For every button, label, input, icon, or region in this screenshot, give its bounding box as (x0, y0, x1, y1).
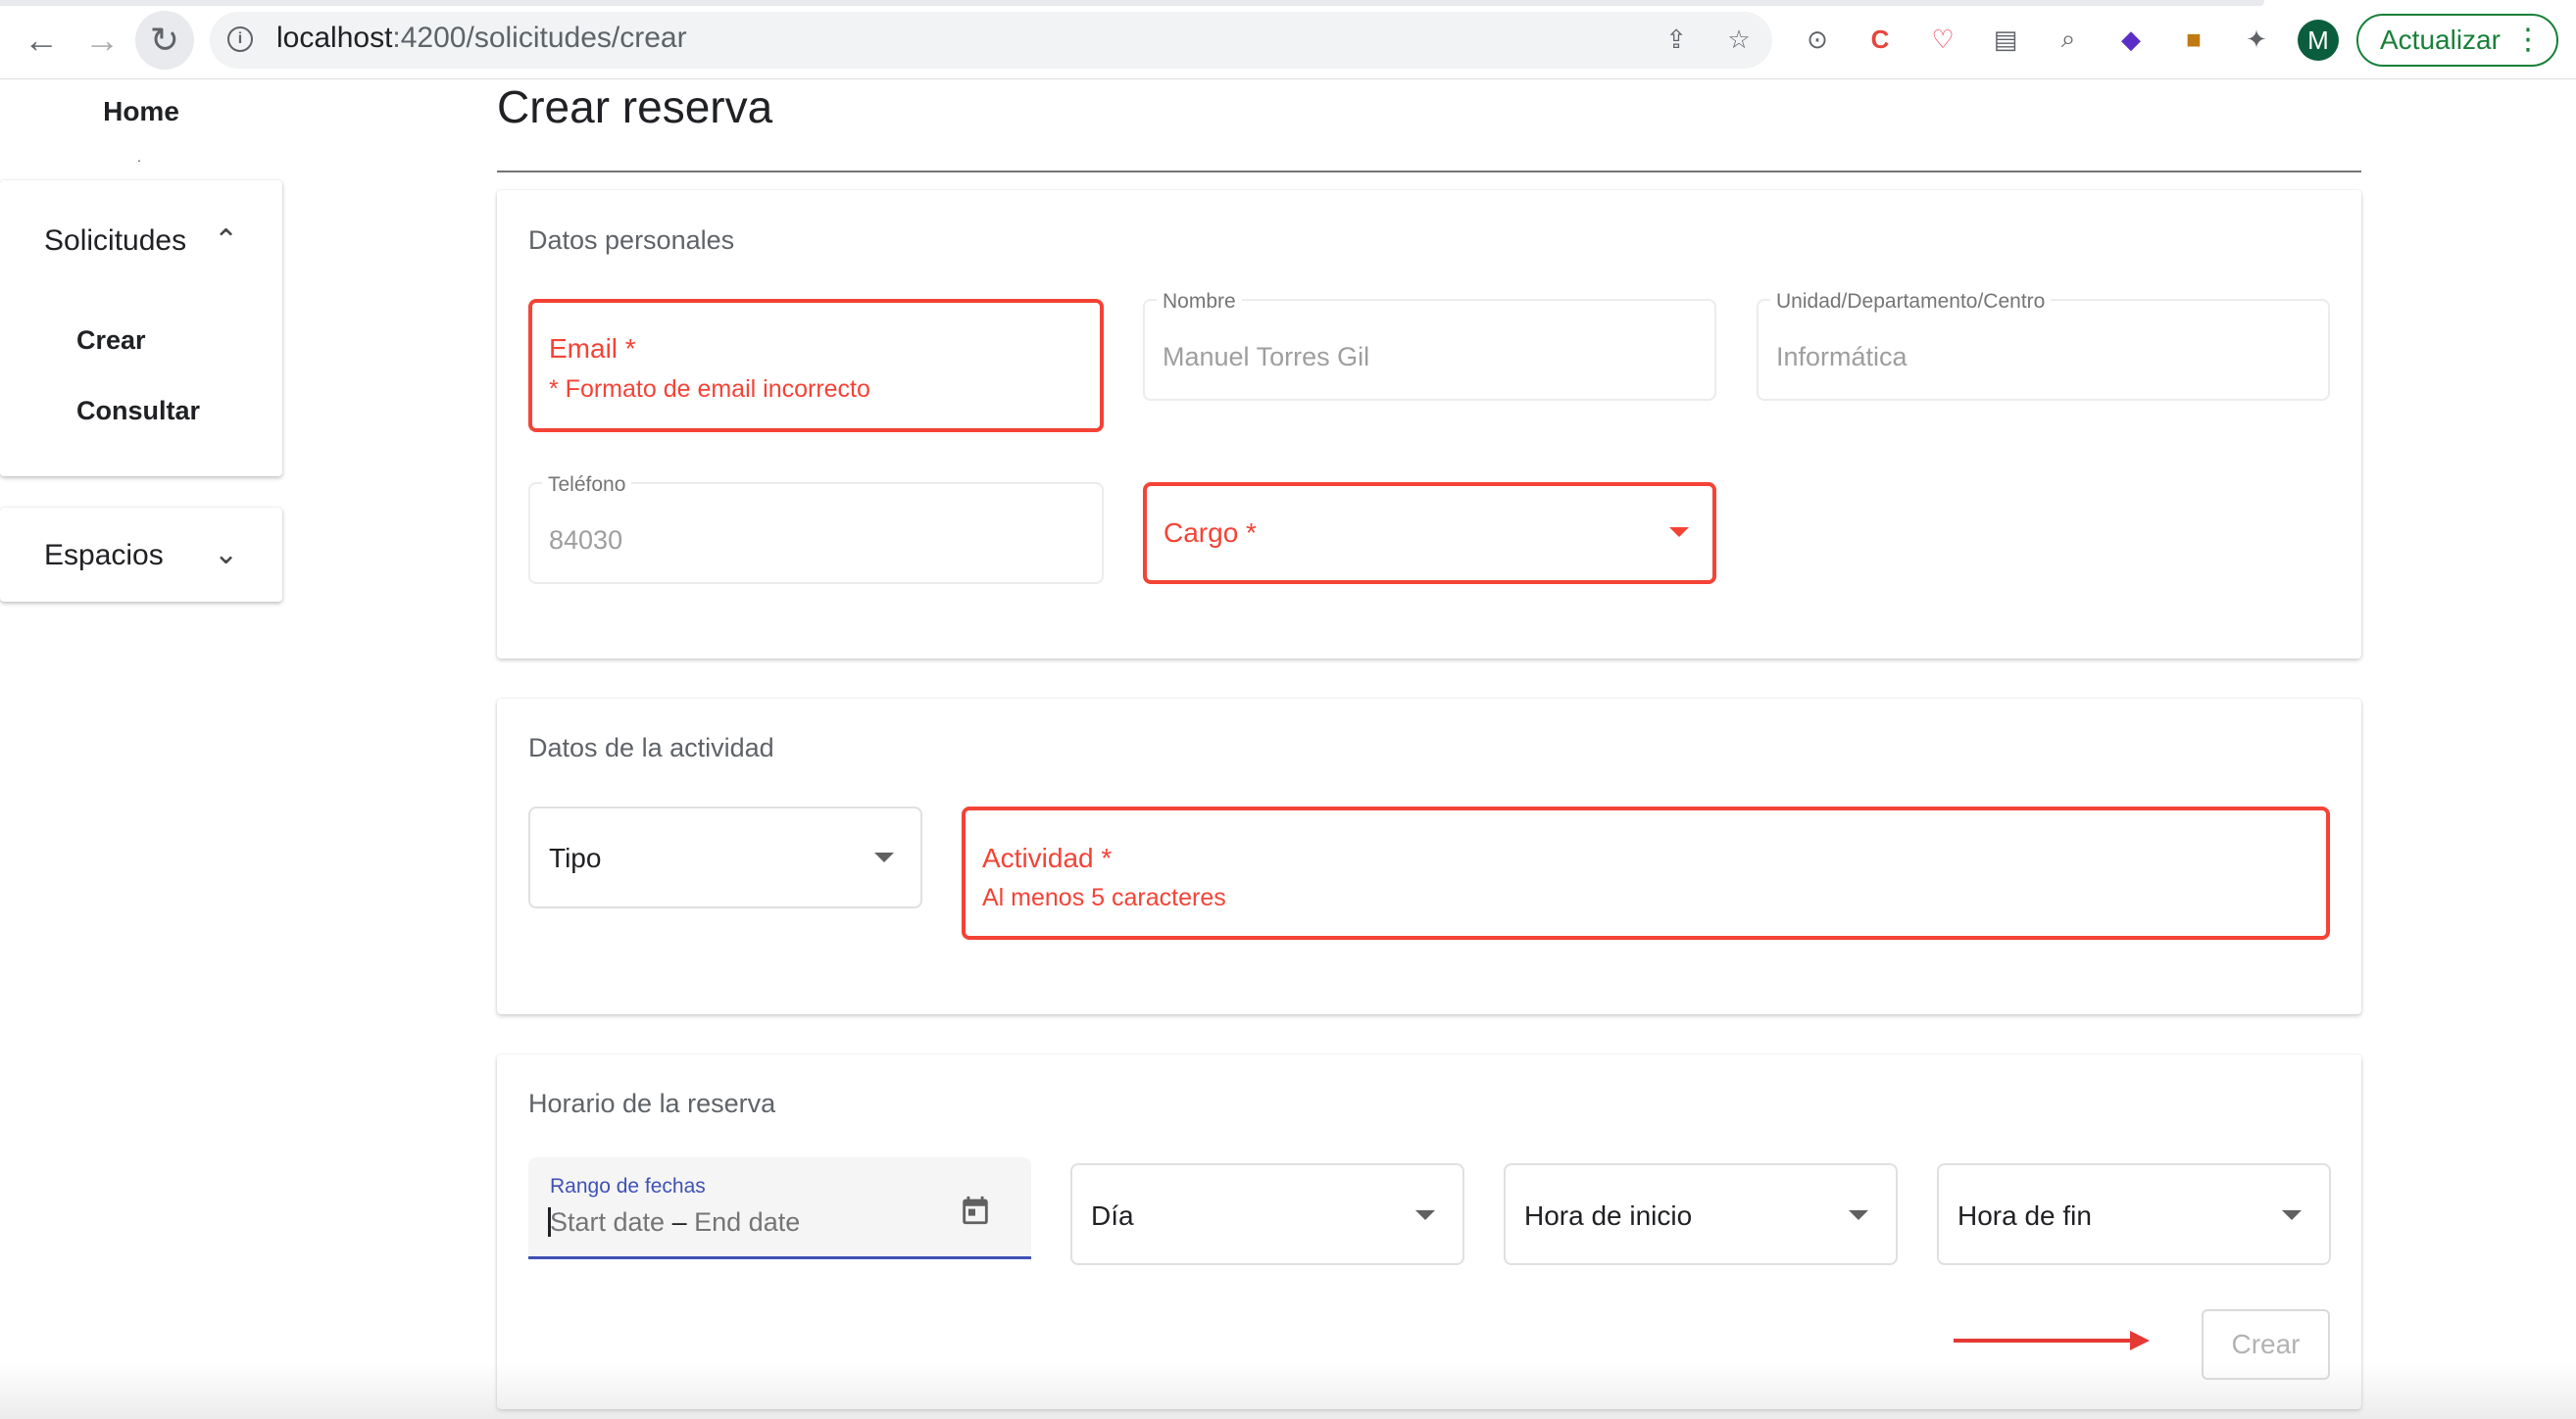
nombre-label: Nombre (1157, 290, 1242, 314)
date-range-separator: – (671, 1207, 687, 1237)
telefono-label: Teléfono (542, 473, 632, 497)
extensions-puzzle-icon[interactable]: ✦ (2239, 22, 2274, 57)
extension-code-icon[interactable]: ⊙ (1800, 22, 1835, 57)
extension-c-icon[interactable]: C (1862, 22, 1898, 57)
sidebar-item-consultar[interactable]: Consultar (76, 396, 200, 426)
hora-fin-dropdown-arrow-icon (2282, 1210, 2302, 1220)
calendar-icon[interactable] (959, 1194, 992, 1227)
extension-camel-icon[interactable]: ■ (2176, 22, 2211, 57)
bookmark-star-icon[interactable]: ☆ (1721, 22, 1757, 57)
update-label: Actualizar (2380, 24, 2501, 55)
reload-button[interactable]: ↻ (135, 11, 194, 70)
sidebar-solicitudes-title[interactable]: Solicitudes (44, 224, 186, 258)
tab-strip (0, 0, 2264, 6)
sidebar-dot: . (137, 149, 141, 165)
unidad-label: Unidad/Departamento/Centro (1770, 290, 2052, 314)
annotation-arrow-icon (2130, 1331, 2150, 1350)
forward-button[interactable]: → (73, 11, 131, 70)
bottom-shadow (0, 1362, 2576, 1419)
actividad-field[interactable] (962, 807, 2330, 940)
cargo-dropdown-arrow-icon (1669, 527, 1689, 537)
sidebar-item-crear[interactable]: Crear (76, 325, 146, 356)
share-icon[interactable]: ⇪ (1659, 22, 1694, 57)
url-host: localhost (276, 22, 393, 54)
annotation-arrow-line (1954, 1339, 2130, 1343)
tipo-dropdown-arrow-icon (874, 853, 894, 862)
schedule-section-title: Horario de la reserva (528, 1089, 776, 1118)
hora-inicio-dropdown-arrow-icon (1849, 1210, 1868, 1220)
dia-dropdown-arrow-icon (1415, 1210, 1435, 1220)
update-button[interactable]: Actualizar ⋮ (2356, 14, 2558, 67)
profile-avatar[interactable]: M (2298, 20, 2339, 61)
email-field[interactable] (528, 299, 1104, 432)
hora-inicio-label: Hora de inicio (1524, 1200, 1693, 1231)
avatar-letter: M (2307, 24, 2329, 55)
url-path: :4200/solicitudes/crear (392, 22, 687, 54)
start-date-input[interactable]: Start date (550, 1207, 665, 1237)
site-info-icon[interactable]: i (227, 26, 253, 52)
url-text[interactable]: localhost:4200/solicitudes/crear (276, 22, 687, 55)
nombre-value: Manuel Torres Gil (1163, 342, 1370, 371)
more-menu-icon[interactable]: ⋮ (2513, 24, 2543, 57)
chevron-down-icon[interactable]: ⌄ (214, 537, 238, 571)
actividad-label: Actividad * (982, 843, 1113, 873)
title-divider (497, 171, 2361, 172)
reload-icon: ↻ (149, 20, 180, 60)
back-button[interactable]: ← (12, 11, 71, 70)
email-label: Email * (549, 333, 636, 364)
extension-diamond-icon[interactable]: ◆ (2113, 22, 2149, 57)
chevron-up-icon[interactable]: ⌃ (214, 223, 238, 258)
pocket-icon[interactable]: ♡ (1925, 22, 1960, 57)
extension-panel-icon[interactable]: ▤ (1988, 22, 2023, 57)
end-date-input[interactable]: End date (694, 1207, 800, 1237)
activity-section-title: Datos de la actividad (528, 733, 774, 762)
extension-search-icon[interactable]: ⌕ (2051, 22, 2086, 57)
tipo-label: Tipo (549, 843, 602, 873)
personal-section-title: Datos personales (528, 225, 735, 255)
forward-arrow-icon: → (84, 20, 120, 60)
sidebar-espacios-title[interactable]: Espacios (44, 539, 164, 572)
date-range-values: Start date – End date (550, 1207, 800, 1238)
email-error: * Formato de email incorrecto (549, 375, 870, 403)
sidebar-home-link[interactable]: Home (59, 96, 223, 127)
cargo-label: Cargo * (1164, 517, 1257, 548)
hora-fin-label: Hora de fin (1957, 1200, 2092, 1231)
unidad-value: Informática (1776, 342, 1907, 371)
page-title: Crear reserva (497, 81, 773, 132)
dia-label: Día (1091, 1200, 1134, 1231)
actividad-error: Al menos 5 caracteres (982, 884, 1226, 911)
back-arrow-icon: ← (24, 20, 59, 60)
telefono-value: 84030 (549, 525, 623, 555)
date-range-label: Rango de fechas (550, 1175, 706, 1198)
